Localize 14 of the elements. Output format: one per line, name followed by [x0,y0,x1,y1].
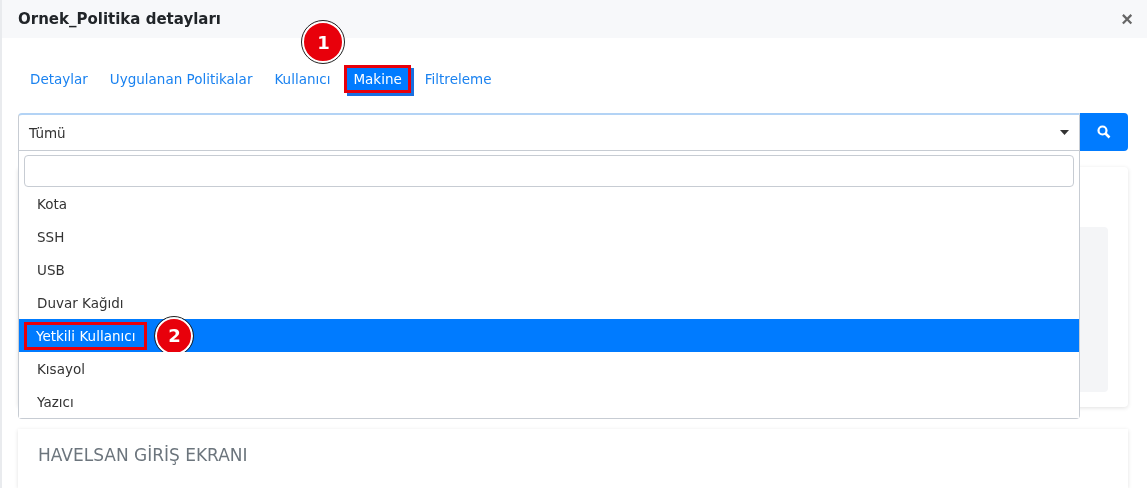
caret-icon [1060,130,1069,135]
tab[interactable]: Detaylar [22,65,96,93]
search-icon [1097,125,1111,139]
step-badge: 1 [302,21,345,63]
tab[interactable]: Makine [344,65,411,93]
dropdown-search-field[interactable] [24,155,1074,187]
tab[interactable]: Filtreleme [416,65,500,93]
close-button[interactable]: × [1121,9,1133,29]
search-button[interactable] [1080,113,1128,151]
dialog-title: Ornek_Politika detayları [18,10,221,28]
dropdown-option[interactable]: Yetkili Kullanıcı 2 [19,319,1079,352]
tab[interactable]: Uygulanan Politikalar [101,65,261,93]
tab[interactable]: Kullanıcı [266,65,339,93]
section-title: HAVELSAN GİRİŞ EKRANI [38,445,248,465]
